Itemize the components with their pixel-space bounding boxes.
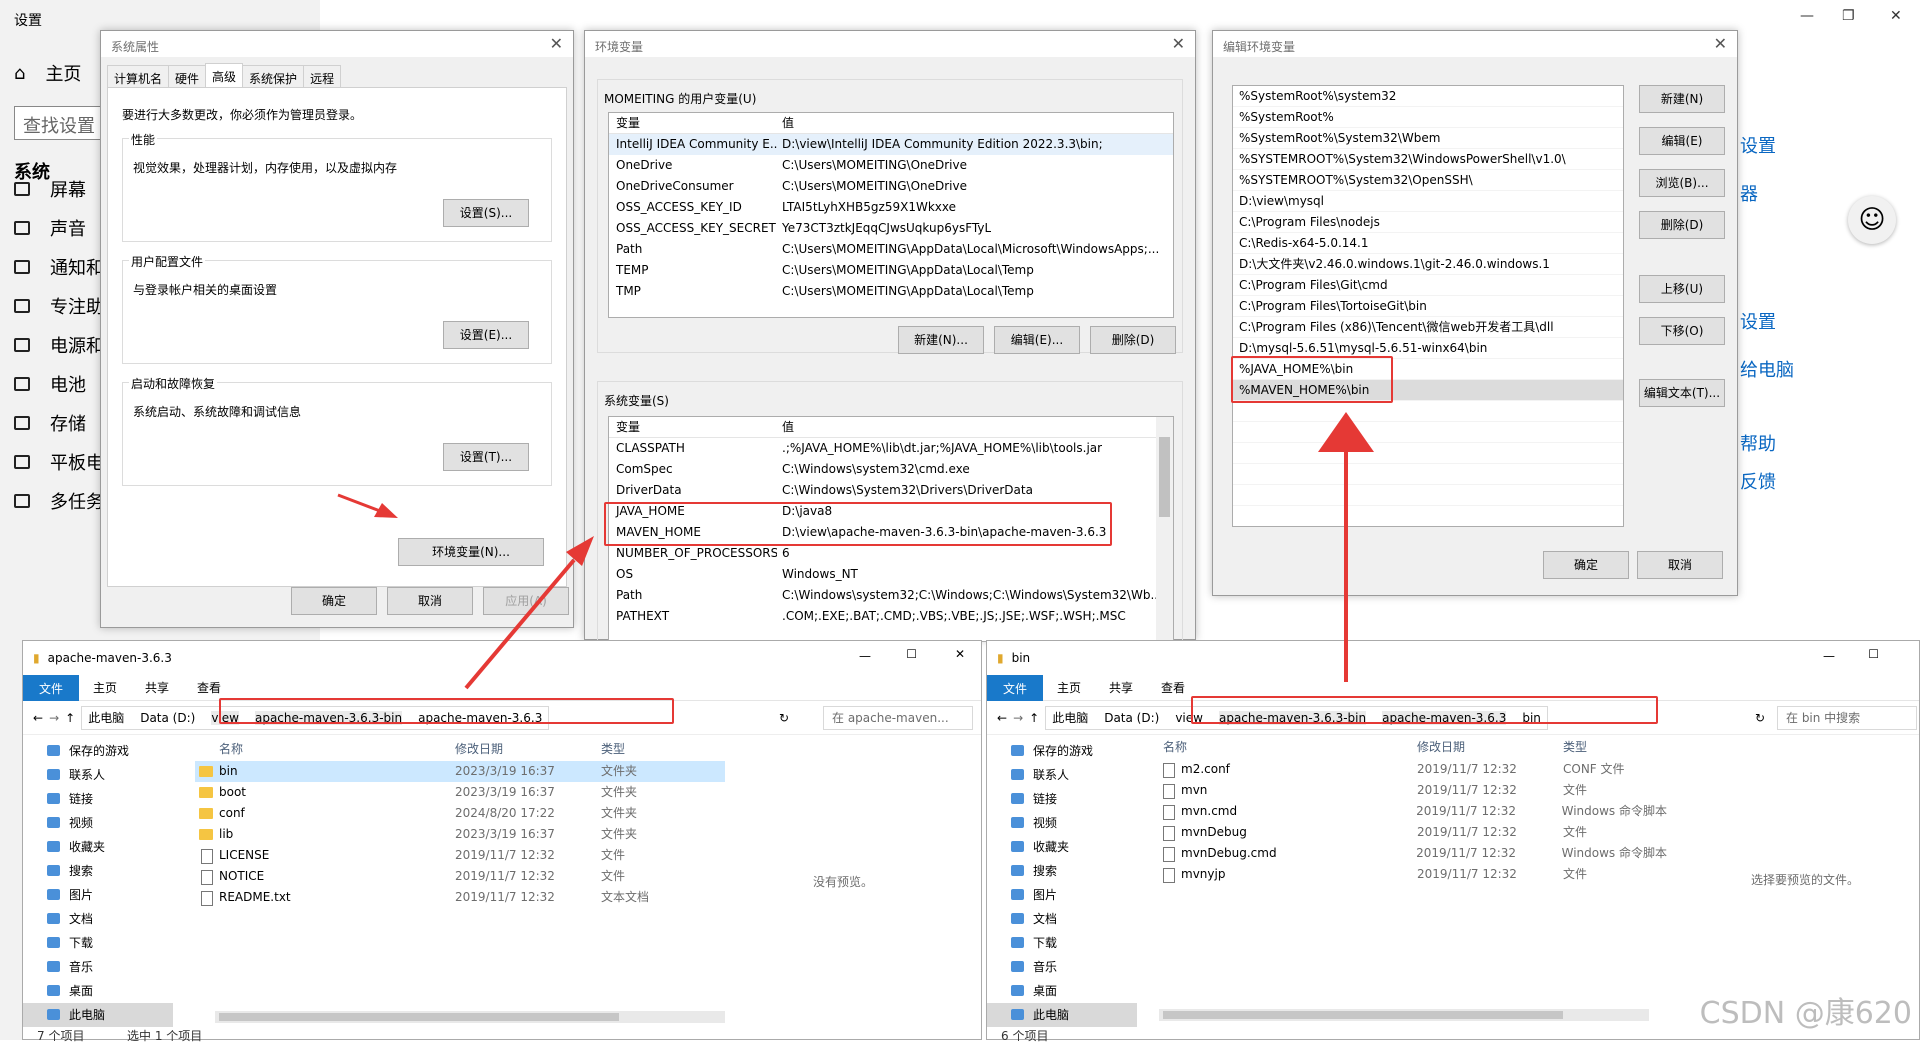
watermark: CSDN @康620 (1700, 988, 1912, 1032)
arrow-head (1318, 412, 1374, 452)
arrow-to-env-button (338, 495, 380, 511)
arrow-to-maven-home (466, 560, 574, 688)
annotation-arrows (0, 0, 1920, 1040)
